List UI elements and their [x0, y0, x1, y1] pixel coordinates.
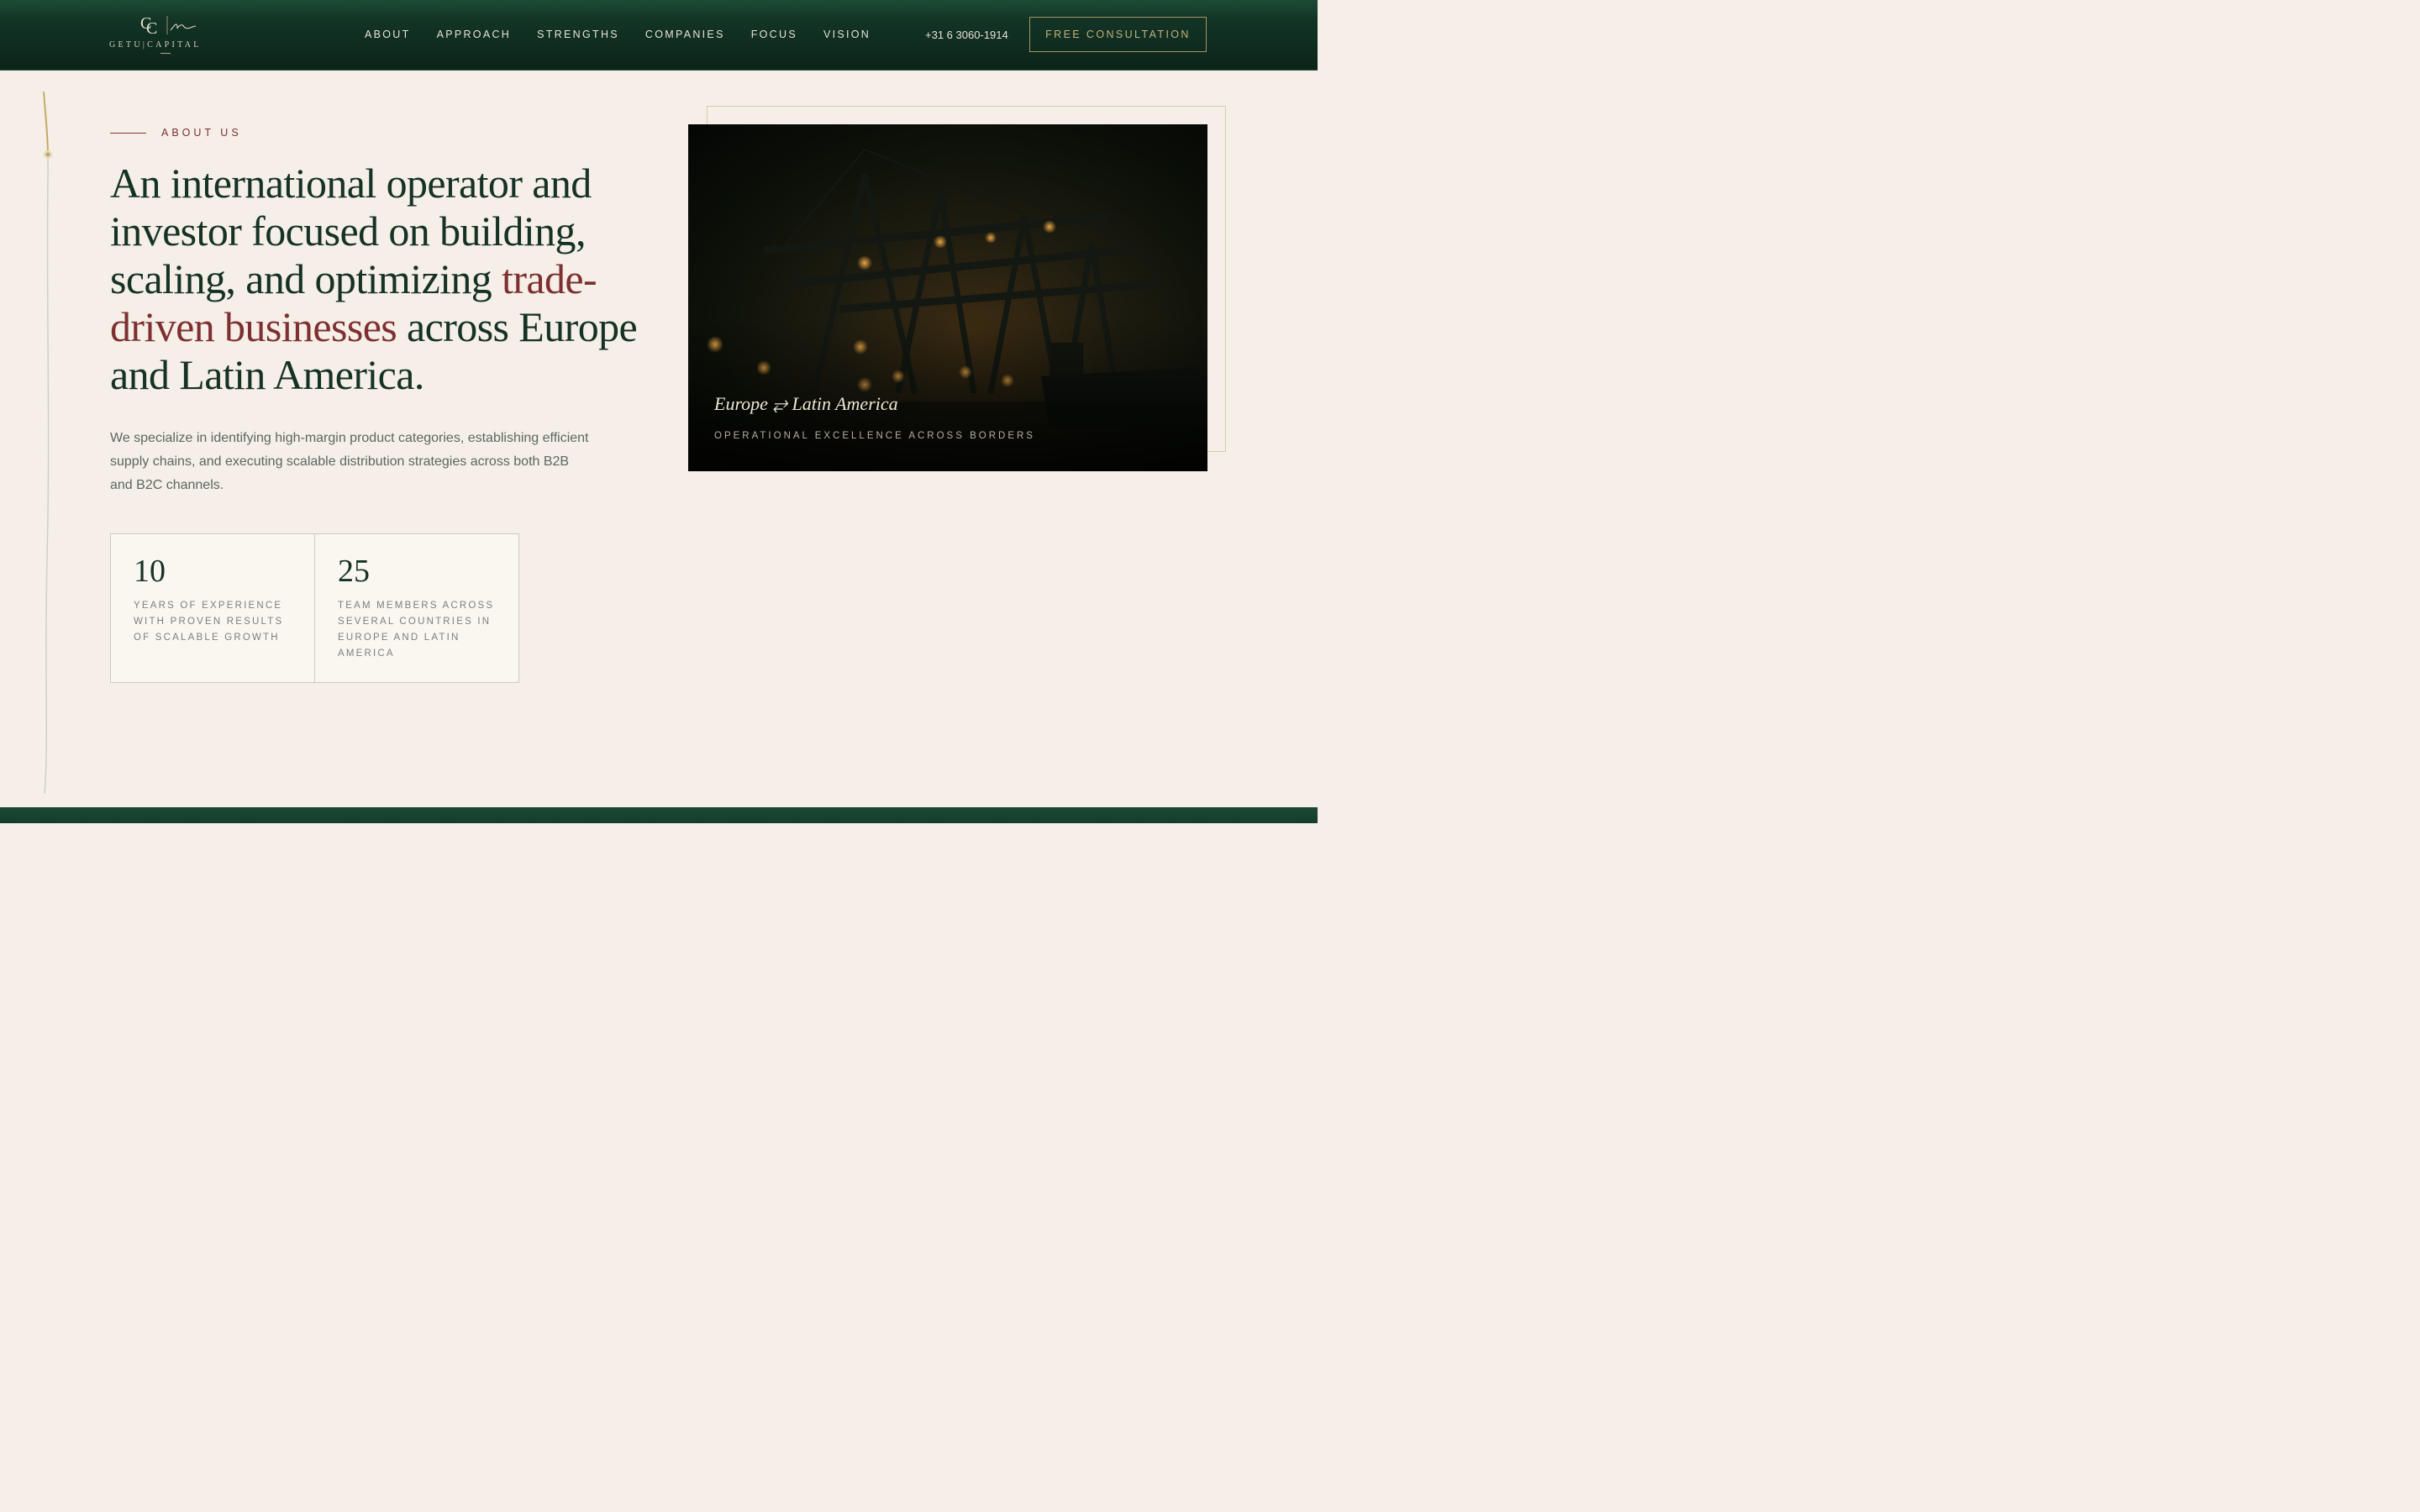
port-cranes-image: Europe ⥂ Latin America OPERATIONAL EXCEL… [688, 124, 1207, 471]
stats-panel: 10 Years of experience with proven resul… [110, 533, 519, 683]
phone-link[interactable]: +31 6 3060-1914 [925, 29, 1008, 41]
stat-value: 10 [134, 554, 166, 589]
nav-approach[interactable]: APPROACH [437, 29, 512, 40]
site-header: C C GETU|CAPITAL ABOUT APPROACH STRENGTH… [0, 0, 1318, 71]
nav-vision[interactable]: VISION [823, 29, 871, 40]
decorative-rail [43, 91, 52, 795]
logo-monogram-icon: C C [140, 14, 197, 37]
stat-experience: 10 Years of experience with proven resul… [111, 534, 314, 682]
stat-value: 25 [338, 554, 370, 589]
port-scene-illustration [688, 149, 1207, 471]
stat-label: Years of experience with proven results … [134, 601, 284, 643]
about-headline: An international operator and investor f… [110, 160, 648, 399]
stat-label: Team members across several countries in… [338, 601, 495, 659]
next-section-edge [0, 807, 1318, 823]
section-eyebrow: ABOUT US [161, 127, 242, 139]
nav-strengths[interactable]: STRENGTHS [537, 29, 619, 40]
image-caption-title: Europe ⥂ Latin America [714, 393, 898, 414]
eyebrow-divider [110, 133, 146, 134]
nav-companies[interactable]: COMPANIES [645, 29, 725, 40]
nav-about[interactable]: ABOUT [365, 29, 411, 40]
stat-team: 25 Team members across several countries… [314, 534, 518, 682]
about-description: We specialize in identifying high-margin… [110, 431, 589, 492]
image-caption-subtitle: OPERATIONAL EXCELLENCE ACROSS BORDERS [714, 431, 1035, 441]
main-nav: ABOUT APPROACH STRENGTHS COMPANIES FOCUS… [365, 29, 897, 40]
logo-wordmark: GETU|CAPITAL [109, 40, 202, 50]
svg-text:C: C [146, 19, 157, 37]
logo-underline [160, 53, 171, 54]
nav-focus[interactable]: FOCUS [751, 29, 797, 40]
free-consultation-button[interactable]: FREE CONSULTATION [1029, 17, 1207, 52]
logo[interactable]: C C GETU|CAPITAL [109, 12, 223, 57]
